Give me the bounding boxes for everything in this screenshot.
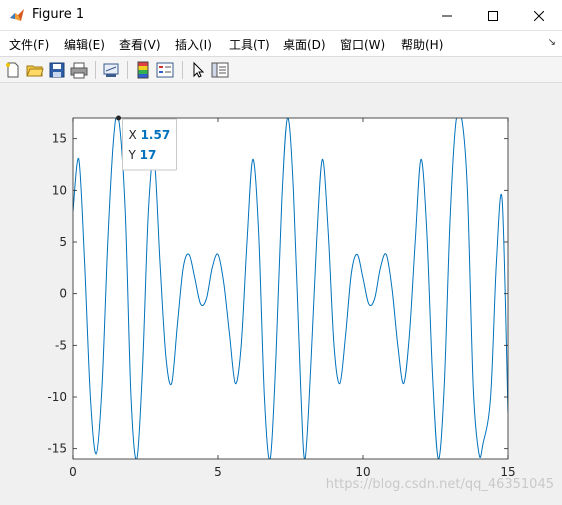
y-tick-label: -5: [55, 338, 67, 352]
figure-area: 0 5 10 15 -15 -10 -5 0 5 10 15 X 1.57 Y 17 https://b…: [0, 83, 562, 505]
menu-insert[interactable]: 插入(I): [175, 36, 212, 53]
datatip-x: X 1.57: [129, 128, 171, 142]
matlab-logo-icon: [10, 9, 24, 21]
open-file-icon[interactable]: [26, 61, 44, 79]
menu-tools[interactable]: 工具(T): [229, 36, 270, 53]
datatip-marker: [116, 115, 122, 121]
new-figure-icon[interactable]: [4, 61, 22, 79]
menu-bar: 文件(F) 编辑(E) 查看(V) 插入(I) 工具(T) 桌面(D) 窗口(W…: [0, 31, 562, 56]
toolbar-separator: [127, 61, 128, 79]
y-tick-label: 0: [59, 287, 67, 301]
maximize-button[interactable]: [470, 0, 516, 31]
menu-window[interactable]: 窗口(W): [340, 36, 385, 53]
y-tick-label: 15: [52, 132, 67, 146]
menu-edit[interactable]: 编辑(E): [64, 36, 105, 53]
x-tick-label: 5: [214, 465, 222, 479]
datatip-box: [122, 118, 178, 171]
minimize-button[interactable]: [424, 0, 470, 31]
print-icon[interactable]: [70, 61, 88, 79]
toolbar-separator: [95, 61, 96, 79]
x-tick-label: 0: [69, 465, 77, 479]
insert-colorbar-icon[interactable]: [134, 61, 152, 79]
title-bar: Figure 1: [0, 0, 562, 31]
toolbar: [0, 56, 562, 83]
plot-canvas[interactable]: 0 5 10 15-15-10-5051015 X 1.57Y 17: [0, 83, 562, 505]
datatip-y: Y 17: [128, 148, 157, 162]
window-title: Figure 1: [32, 7, 85, 22]
y-tick-label: 5: [59, 235, 67, 249]
menu-help[interactable]: 帮助(H): [401, 36, 443, 53]
property-inspector-icon[interactable]: [211, 61, 229, 79]
close-icon: [534, 10, 544, 21]
y-tick-label: -10: [47, 390, 67, 404]
close-button[interactable]: [516, 0, 562, 31]
minimize-icon: [442, 15, 452, 16]
menu-overflow-icon[interactable]: ↘: [548, 37, 556, 48]
menu-desktop[interactable]: 桌面(D): [283, 36, 326, 53]
save-icon[interactable]: [48, 61, 66, 79]
menu-view[interactable]: 查看(V): [119, 36, 161, 53]
y-tick-label: 10: [52, 183, 67, 197]
menu-file[interactable]: 文件(F): [9, 36, 49, 53]
maximize-icon: [488, 10, 498, 21]
link-plot-icon[interactable]: [102, 61, 120, 79]
watermark-text: https://blog.csdn.net/qq_46351045: [325, 477, 554, 492]
edit-plot-icon[interactable]: [189, 61, 207, 79]
insert-legend-icon[interactable]: [156, 61, 174, 79]
y-tick-label: -15: [47, 442, 67, 456]
toolbar-separator: [182, 61, 183, 79]
